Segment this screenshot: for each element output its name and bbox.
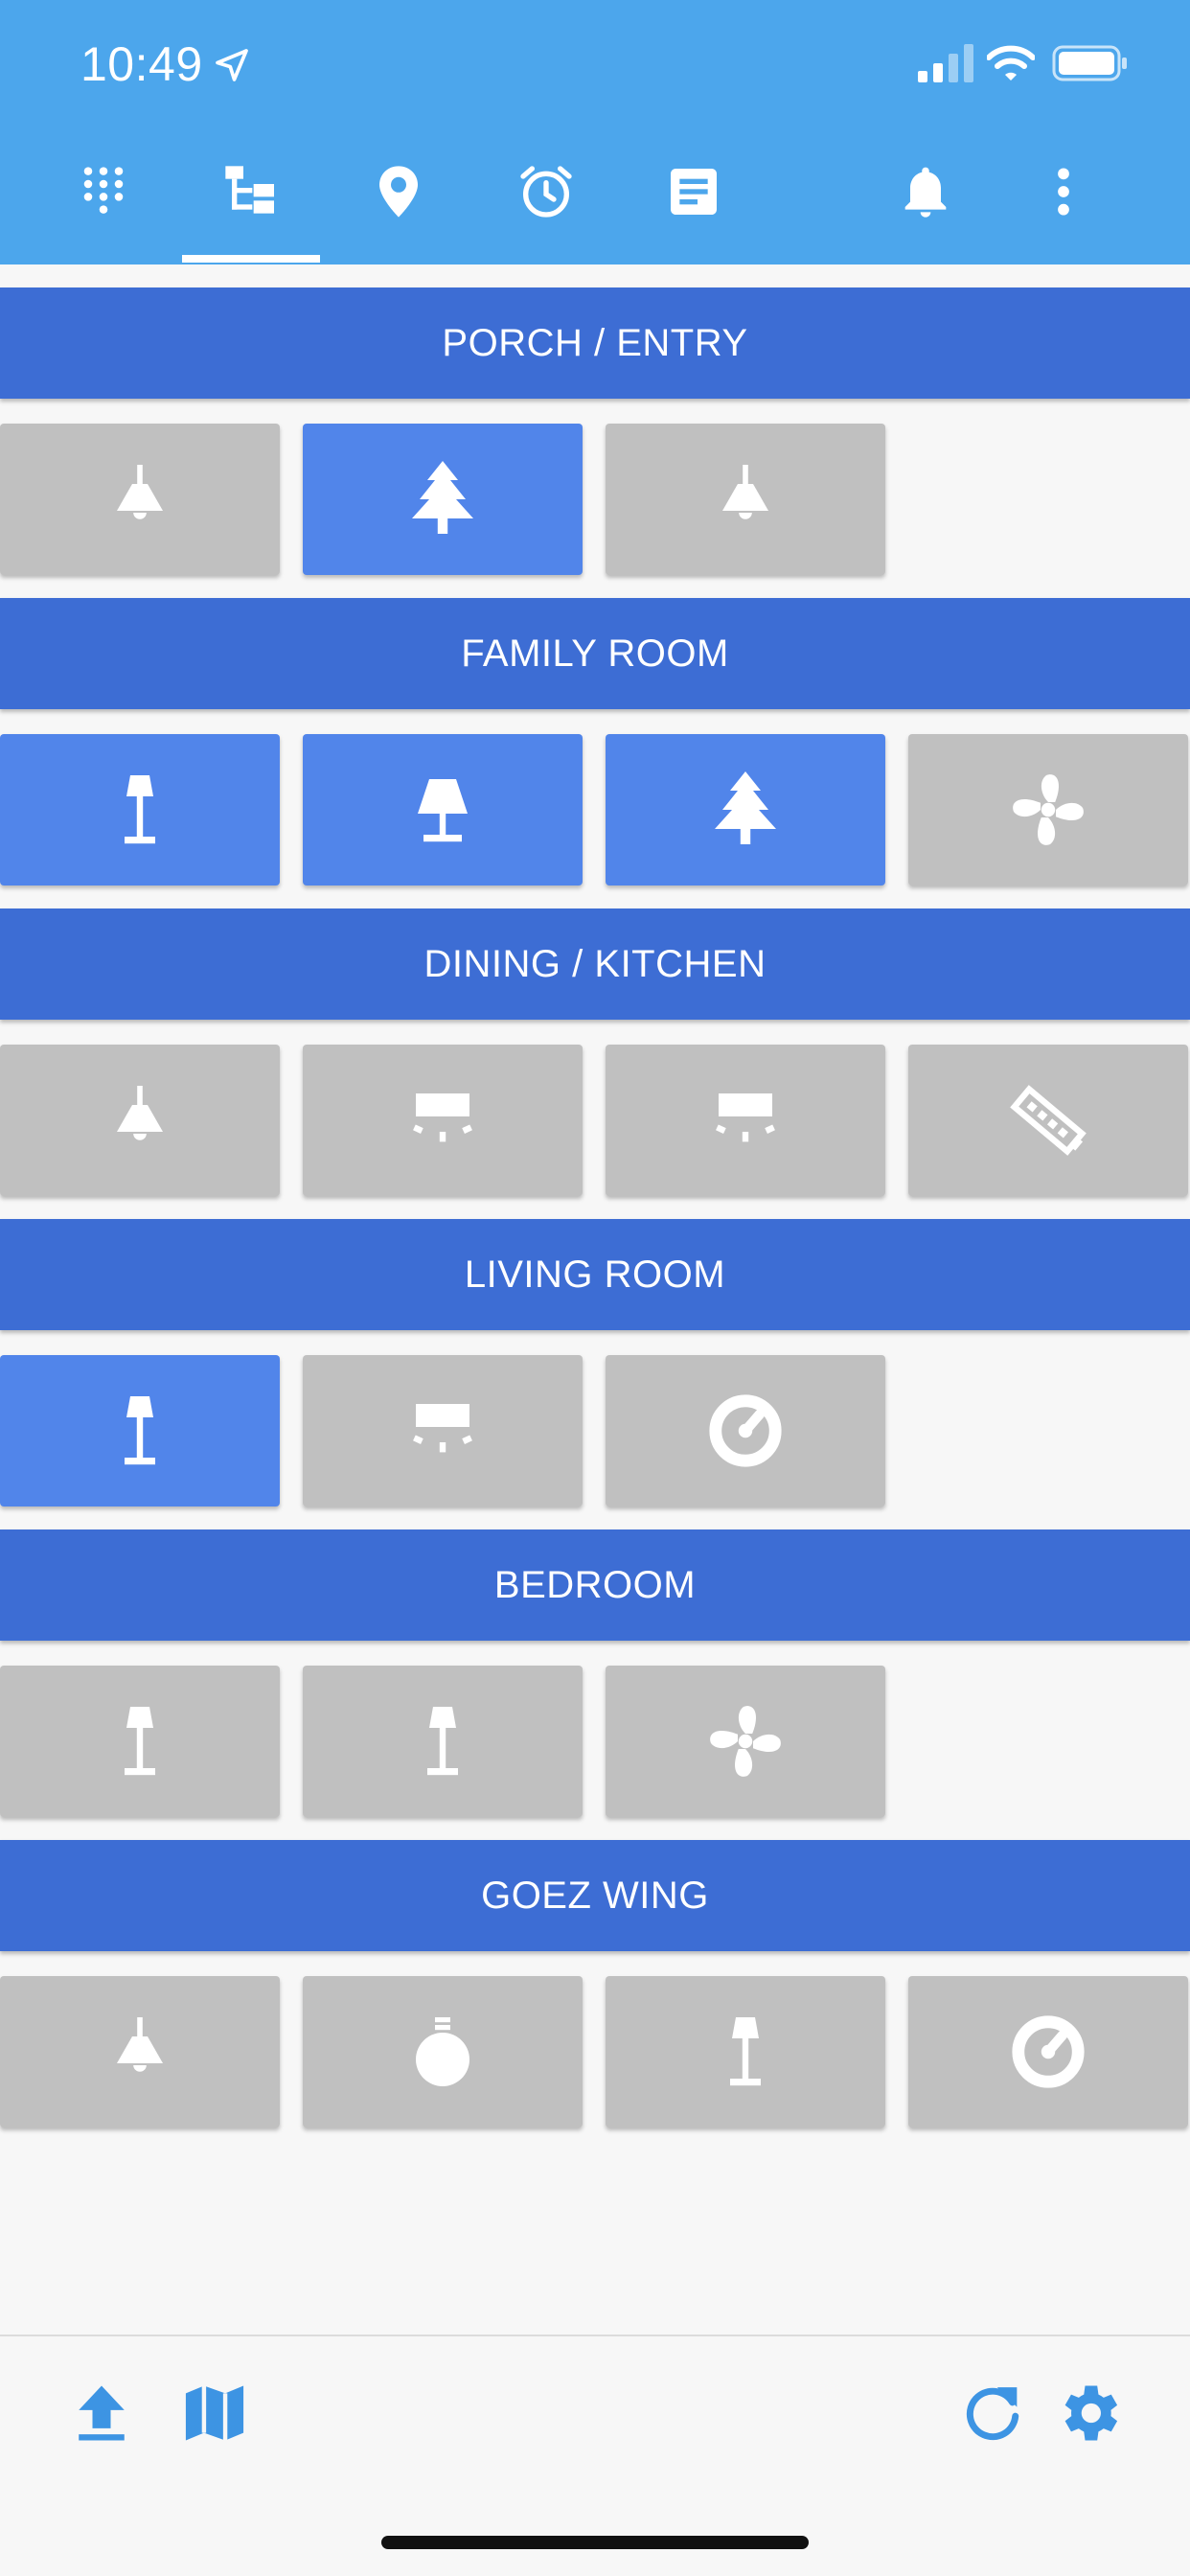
dialpad-icon: [83, 167, 124, 214]
hierarchy-icon: [225, 166, 274, 214]
room-header-porch-entry[interactable]: PORCH / ENTRY: [0, 288, 1190, 399]
dimmer-gauge-icon: [709, 1394, 782, 1467]
more-vertical-icon: [1058, 168, 1069, 216]
room-header-bedroom[interactable]: BEDROOM: [0, 1530, 1190, 1641]
refresh-icon: [966, 2387, 1019, 2441]
notifications-button[interactable]: [887, 153, 964, 230]
status-time: 10:49: [80, 37, 203, 91]
map-button[interactable]: [176, 2375, 253, 2451]
device-tile[interactable]: [0, 1666, 280, 1817]
floor-lamp-icon: [125, 1707, 155, 1776]
device-tile[interactable]: [606, 424, 885, 575]
bottom-bar-divider: [0, 2334, 1190, 2336]
ceiling-light-icon: [716, 1093, 775, 1142]
pendant-lamp-icon: [117, 465, 163, 519]
device-tile[interactable]: [606, 1045, 885, 1196]
room-header-dining-kitchen[interactable]: DINING / KITCHEN: [0, 908, 1190, 1020]
wifi-icon: [987, 45, 1035, 80]
device-tile[interactable]: [908, 734, 1188, 886]
dimmer-gauge-icon: [1012, 2015, 1085, 2088]
tree-icon: [715, 771, 776, 844]
device-tile[interactable]: [606, 1666, 885, 1817]
tab-rooms[interactable]: [213, 153, 289, 230]
refresh-button[interactable]: [954, 2375, 1031, 2451]
fan-icon: [710, 1706, 781, 1777]
led-strip-icon: [1010, 1085, 1087, 1156]
ceiling-light-icon: [413, 1093, 472, 1142]
tree-icon: [412, 461, 473, 534]
bulb-icon: [416, 2017, 469, 2086]
tab-location[interactable]: [360, 153, 437, 230]
device-tile[interactable]: [908, 1045, 1188, 1196]
tab-dialpad[interactable]: [65, 153, 142, 230]
floor-lamp-icon: [125, 775, 155, 844]
more-menu-button[interactable]: [1025, 153, 1102, 230]
device-tile[interactable]: [606, 1355, 885, 1506]
pendant-lamp-icon: [117, 2017, 163, 2072]
device-tile[interactable]: [606, 1976, 885, 2128]
device-tile[interactable]: [908, 1976, 1188, 2128]
fan-icon: [1013, 774, 1084, 845]
pendant-lamp-icon: [722, 465, 768, 519]
cellular-signal-icon: [918, 44, 973, 82]
device-tile[interactable]: [0, 1355, 280, 1506]
room-header-family-room[interactable]: FAMILY ROOM: [0, 598, 1190, 709]
device-tile[interactable]: [0, 1976, 280, 2128]
upload-icon: [79, 2385, 125, 2441]
settings-gear-icon: [1064, 2385, 1118, 2441]
ceiling-light-icon: [413, 1404, 472, 1453]
floor-lamp-icon: [427, 1707, 458, 1776]
device-tile[interactable]: [0, 424, 280, 575]
floor-lamp-icon: [730, 2017, 761, 2086]
device-tile[interactable]: [303, 1045, 583, 1196]
tab-alarms[interactable]: [508, 153, 584, 230]
notes-icon: [671, 169, 717, 215]
upload-button[interactable]: [63, 2375, 140, 2451]
room-header-goez-wing[interactable]: GOEZ WING: [0, 1840, 1190, 1951]
floor-lamp-icon: [125, 1396, 155, 1465]
device-tile[interactable]: [303, 1976, 583, 2128]
location-arrow-icon: [216, 49, 248, 81]
device-tile[interactable]: [303, 424, 583, 575]
settings-button[interactable]: [1050, 2375, 1127, 2451]
map-icon: [185, 2385, 244, 2441]
device-tile[interactable]: [606, 734, 885, 886]
tab-selected-indicator: [182, 255, 320, 263]
table-lamp-icon: [418, 779, 468, 842]
home-indicator: [381, 2536, 809, 2549]
bell-icon: [904, 167, 947, 218]
tab-notes[interactable]: [655, 153, 732, 230]
pendant-lamp-icon: [117, 1086, 163, 1140]
battery-icon: [1052, 45, 1127, 81]
device-tile[interactable]: [0, 734, 280, 886]
device-tile[interactable]: [0, 1045, 280, 1196]
app-bar: 10:49: [0, 0, 1190, 264]
alarm-clock-icon: [520, 166, 572, 218]
map-pin-icon: [379, 166, 418, 218]
room-header-living-room[interactable]: LIVING ROOM: [0, 1219, 1190, 1330]
device-tile[interactable]: [303, 1355, 583, 1506]
device-tile[interactable]: [303, 1666, 583, 1817]
device-tile[interactable]: [303, 734, 583, 886]
